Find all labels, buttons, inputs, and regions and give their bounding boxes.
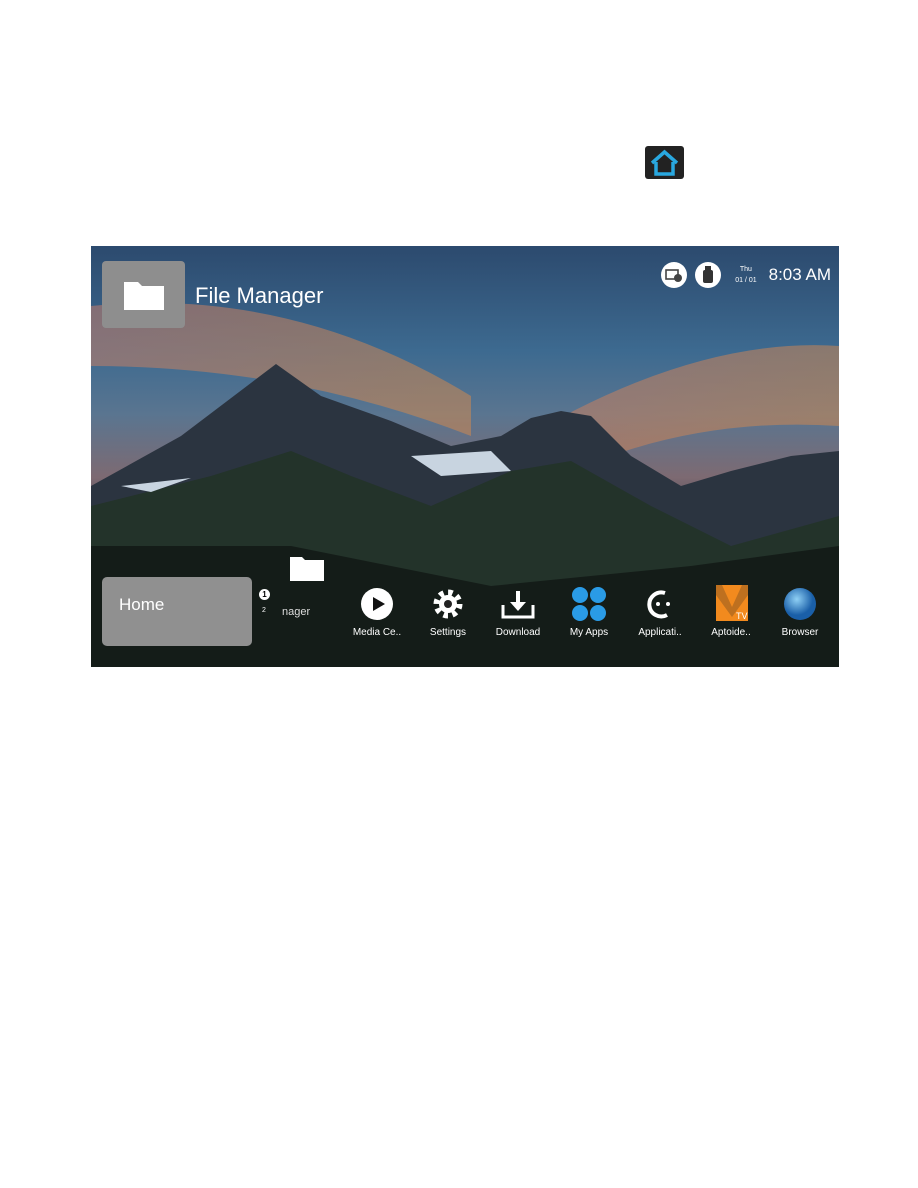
- app-aptoide-tv[interactable]: TV Aptoide..: [696, 585, 766, 638]
- gear-icon: [433, 589, 463, 619]
- app-label: My Apps: [569, 627, 609, 638]
- item-index: 2: [262, 607, 266, 614]
- app-label: Aptoide..: [711, 627, 751, 638]
- network-disconnected-icon: [661, 262, 688, 288]
- tv-launcher-screen: File Manager Thu 01 / 01 8:03 AM Home 1 …: [91, 246, 839, 667]
- app-my-apps[interactable]: My Apps: [554, 587, 624, 638]
- app-download[interactable]: Download: [483, 587, 553, 638]
- home-label: Home: [119, 595, 165, 614]
- app-browser[interactable]: Browser: [765, 587, 835, 638]
- app-applications[interactable]: Applicati..: [625, 587, 695, 638]
- globe-icon: [784, 588, 816, 620]
- app-label: Download: [495, 627, 541, 638]
- app-settings[interactable]: Settings: [413, 587, 483, 638]
- folder-icon[interactable]: [289, 554, 325, 582]
- day-label: Thu: [739, 266, 752, 273]
- date-display: Thu 01 / 01: [735, 264, 756, 286]
- apps-grid-icon: [572, 587, 606, 621]
- clock: 8:03 AM: [768, 265, 831, 284]
- app-media-center[interactable]: Media Ce..: [342, 587, 412, 638]
- applications-logo-icon: [647, 590, 670, 619]
- app-label: Browser: [781, 627, 819, 638]
- notification-badge: 1: [259, 589, 270, 600]
- download-icon: [501, 591, 535, 619]
- folder-icon: [123, 281, 164, 310]
- file-manager-header-tile: [102, 261, 185, 328]
- app-label: Applicati..: [638, 627, 682, 638]
- date-label: 01 / 01: [735, 277, 757, 284]
- page-title: File Manager: [195, 283, 324, 308]
- svg-text:TV: TV: [736, 611, 748, 621]
- app-label: Settings: [429, 627, 467, 638]
- status-bar: Thu 01 / 01 8:03 AM: [661, 262, 831, 288]
- home-icon: [645, 146, 684, 179]
- home-tile[interactable]: Home: [102, 577, 252, 646]
- aptoide-tv-icon: TV: [716, 585, 748, 621]
- file-manager-app-label: nager: [282, 606, 311, 618]
- play-icon: [361, 588, 393, 620]
- app-label: Media Ce..: [352, 627, 402, 638]
- usb-icon: [695, 262, 722, 288]
